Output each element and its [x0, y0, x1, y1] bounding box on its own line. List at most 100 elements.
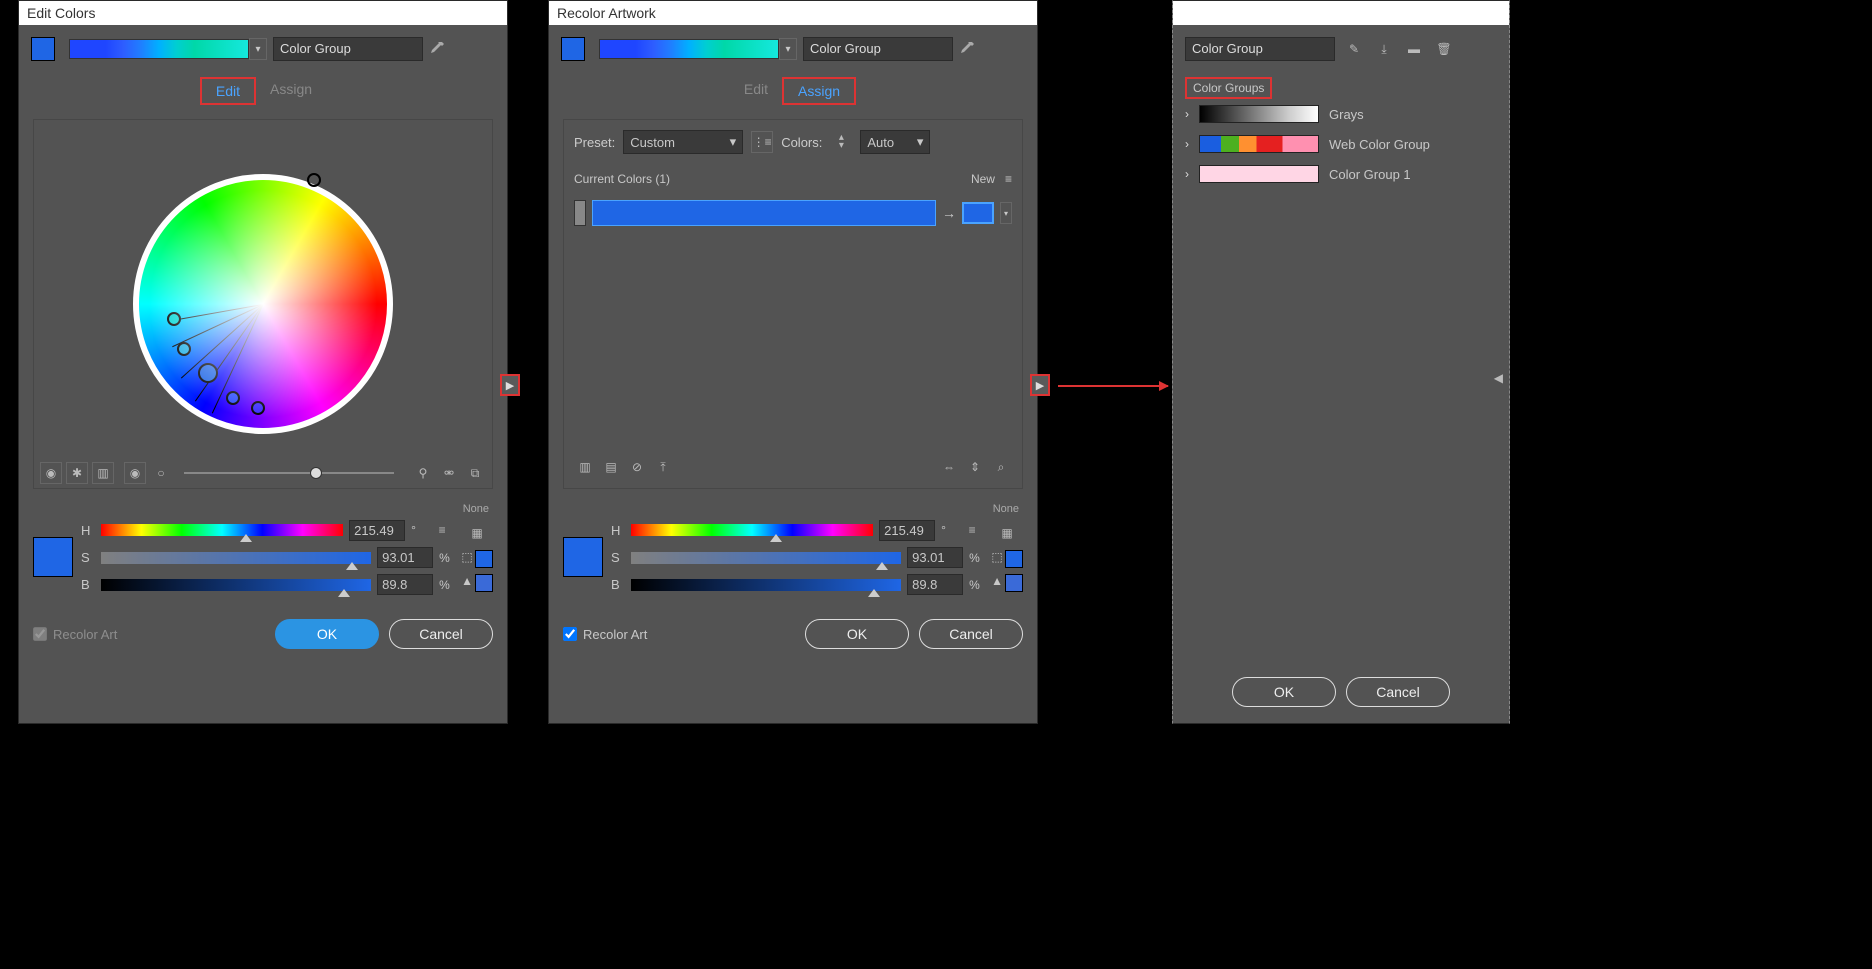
new-color-swatch[interactable] — [962, 202, 994, 224]
color-group-swatches[interactable] — [599, 39, 779, 59]
active-color-swatch[interactable] — [31, 37, 55, 61]
cancel-button[interactable]: Cancel — [919, 619, 1023, 649]
hue-slider[interactable] — [101, 524, 343, 536]
websafe-swatch[interactable] — [1005, 550, 1023, 568]
chevron-right-icon[interactable]: › — [1185, 107, 1189, 121]
ok-button[interactable]: OK — [1232, 677, 1336, 707]
separate-row-icon[interactable]: ▤ — [600, 456, 622, 478]
assign-arrow-icon: → — [942, 205, 956, 221]
sat-label: S — [611, 550, 625, 565]
color-wheel[interactable] — [133, 174, 393, 434]
chevron-right-icon[interactable]: › — [1185, 167, 1189, 181]
current-colors-label: Current Colors (1) — [574, 172, 670, 186]
gamut-swatch[interactable] — [475, 574, 493, 592]
bri-input[interactable]: 89.8 — [377, 574, 433, 595]
ok-button[interactable]: OK — [275, 619, 379, 649]
colors-dropdown[interactable]: Auto▾ — [860, 130, 930, 154]
sort-hue-icon[interactable]: ⇔ — [938, 456, 960, 478]
recolor-art-checkbox[interactable]: Recolor Art — [33, 627, 117, 642]
degree-unit: ° — [411, 523, 425, 537]
preset-options-icon[interactable]: ⋮≡ — [751, 131, 773, 153]
wheel-mode-segment-icon[interactable]: ✱ — [66, 462, 88, 484]
assign-area: Preset: Custom▾ ⋮≡ Colors: ▴▾ Auto▾ Curr… — [563, 119, 1023, 489]
collapse-panel-icon[interactable]: ◀ — [1494, 371, 1503, 385]
color-group-row[interactable]: › Grays — [1173, 99, 1509, 129]
bri-input[interactable]: 89.8 — [907, 574, 963, 595]
wheel-mode-bars-icon[interactable]: ▥ — [92, 462, 114, 484]
exclude-row-icon[interactable]: ⊘ — [626, 456, 648, 478]
active-color-swatch[interactable] — [561, 37, 585, 61]
websafe-swatch[interactable] — [475, 550, 493, 568]
cube-icon: ⬚ — [991, 550, 1002, 568]
current-color-swatch[interactable] — [33, 537, 73, 577]
cube-icon: ⬚ — [461, 550, 472, 568]
color-grid-icon[interactable]: ▦ — [996, 522, 1018, 544]
current-color-bar[interactable] — [592, 200, 936, 226]
cancel-button[interactable]: Cancel — [389, 619, 493, 649]
color-group-swatches[interactable] — [69, 39, 249, 59]
hsb-menu-icon[interactable]: ≡ — [961, 519, 983, 541]
tab-assign[interactable]: Assign — [256, 77, 326, 105]
color-group-row[interactable]: › Color Group 1 — [1173, 159, 1509, 189]
cancel-button[interactable]: Cancel — [1346, 677, 1450, 707]
pct-unit: % — [439, 551, 453, 565]
ok-button[interactable]: OK — [805, 619, 909, 649]
bri-slider[interactable] — [101, 579, 371, 591]
brightness-toggle-light-icon[interactable]: ○ — [150, 462, 172, 484]
find-in-art-icon[interactable]: ⌕ — [990, 456, 1012, 478]
hue-label: H — [611, 523, 625, 538]
sat-input[interactable]: 93.01 — [907, 547, 963, 568]
link-harmony-icon[interactable]: ⧉ — [464, 462, 486, 484]
brightness-toggle-dark-icon[interactable]: ◉ — [124, 462, 146, 484]
tab-assign[interactable]: Assign — [782, 77, 856, 105]
remove-color-icon[interactable]: ⚮ — [438, 462, 460, 484]
preset-label: Preset: — [574, 135, 615, 150]
current-color-swatch[interactable] — [563, 537, 603, 577]
color-group-dropdown[interactable]: ▾ — [779, 38, 797, 60]
add-color-icon[interactable]: ⚲ — [412, 462, 434, 484]
row-handle[interactable] — [574, 200, 586, 226]
edit-group-icon[interactable]: ✎ — [1343, 38, 1365, 60]
color-grid-icon[interactable]: ▦ — [466, 522, 488, 544]
chevron-right-icon[interactable]: › — [1185, 137, 1189, 151]
color-group-name-input[interactable]: Color Group — [1185, 37, 1335, 61]
eyedropper-icon[interactable] — [959, 41, 975, 57]
sat-slider[interactable] — [101, 552, 371, 564]
save-group-icon[interactable]: ⤓ — [1373, 38, 1395, 60]
title-bar: Edit Colors — [19, 1, 507, 25]
color-group-name-input[interactable]: Color Group — [273, 37, 423, 61]
gamut-swatch[interactable] — [1005, 574, 1023, 592]
colors-stepper-icon[interactable]: ▴▾ — [830, 131, 852, 153]
annotation-arrow — [1058, 385, 1168, 387]
preset-dropdown[interactable]: Custom▾ — [623, 130, 743, 154]
expand-panel-icon[interactable]: ▶ — [500, 374, 520, 396]
new-color-dropdown[interactable]: ▾ — [1000, 202, 1012, 224]
tab-edit[interactable]: Edit — [730, 77, 782, 105]
hue-label: H — [81, 523, 95, 538]
hue-slider[interactable] — [631, 524, 873, 536]
trash-icon[interactable]: 🗑 — [1433, 38, 1455, 60]
color-group-row[interactable]: › Web Color Group — [1173, 129, 1509, 159]
hue-input[interactable]: 215.49 — [349, 520, 405, 541]
sat-slider[interactable] — [631, 552, 901, 564]
sort-lightness-icon[interactable]: ⇕ — [964, 456, 986, 478]
color-group-name-input[interactable]: Color Group — [803, 37, 953, 61]
hsb-menu-icon[interactable]: ≡ — [431, 519, 453, 541]
group-swatch-strip — [1199, 135, 1319, 153]
recolor-art-checkbox[interactable]: Recolor Art — [563, 627, 647, 642]
folder-icon[interactable]: ▬ — [1403, 38, 1425, 60]
expand-panel-icon[interactable]: ▶ — [1030, 374, 1050, 396]
merge-row-icon[interactable]: ▥ — [574, 456, 596, 478]
new-row-icon[interactable]: ⤒ — [652, 456, 674, 478]
color-wheel-area: ◉ ✱ ▥ ◉ ○ ⚲ ⚮ ⧉ — [33, 119, 493, 489]
sat-input[interactable]: 93.01 — [377, 547, 433, 568]
tab-edit[interactable]: Edit — [200, 77, 256, 105]
hue-input[interactable]: 215.49 — [879, 520, 935, 541]
assign-menu-icon[interactable]: ≡ — [1005, 172, 1012, 186]
bri-slider[interactable] — [631, 579, 901, 591]
bri-label: B — [81, 577, 95, 592]
brightness-slider[interactable] — [184, 472, 394, 474]
eyedropper-icon[interactable] — [429, 41, 445, 57]
color-group-dropdown[interactable]: ▾ — [249, 38, 267, 60]
wheel-mode-smooth-icon[interactable]: ◉ — [40, 462, 62, 484]
